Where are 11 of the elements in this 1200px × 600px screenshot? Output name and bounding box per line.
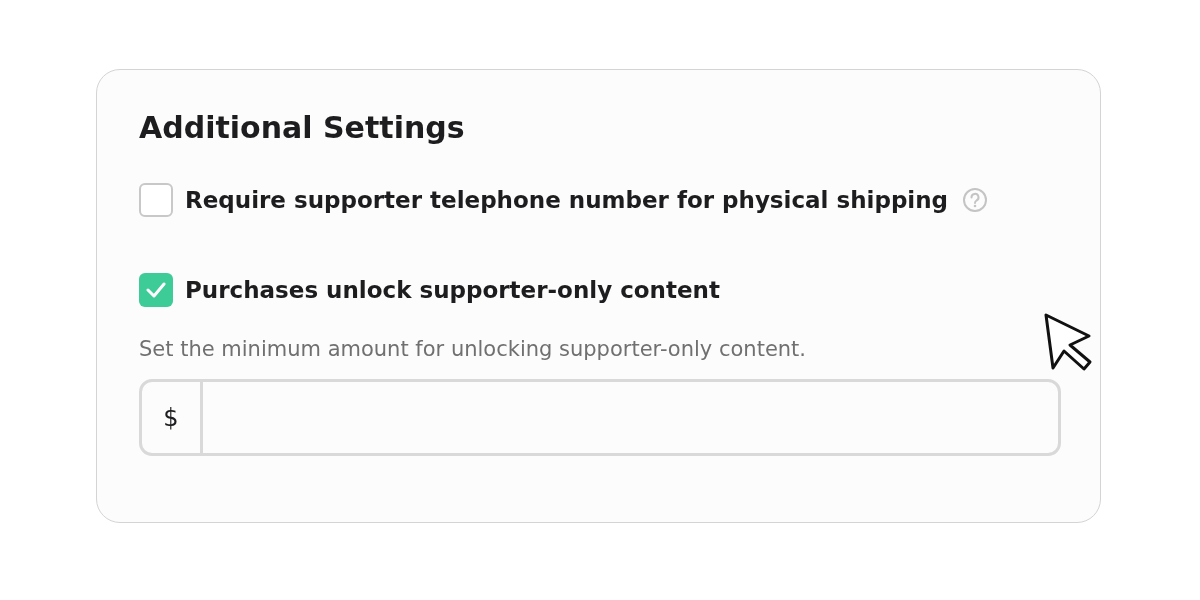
check-icon [146, 282, 166, 298]
checkbox[interactable] [139, 273, 173, 307]
pointer-icon [1043, 312, 1093, 372]
option-label: Purchases unlock supporter-only content [185, 277, 720, 303]
card-title: Additional Settings [139, 109, 466, 147]
amount-field[interactable]: $ [139, 379, 1061, 456]
currency-prefix: $ [142, 382, 203, 453]
hint-text: Set the minimum amount for unlocking supporter-only content. [139, 337, 808, 361]
checkbox[interactable] [139, 183, 173, 217]
option-label: Require supporter telephone number for physical shipping [185, 187, 949, 213]
help-icon[interactable] [962, 187, 989, 213]
